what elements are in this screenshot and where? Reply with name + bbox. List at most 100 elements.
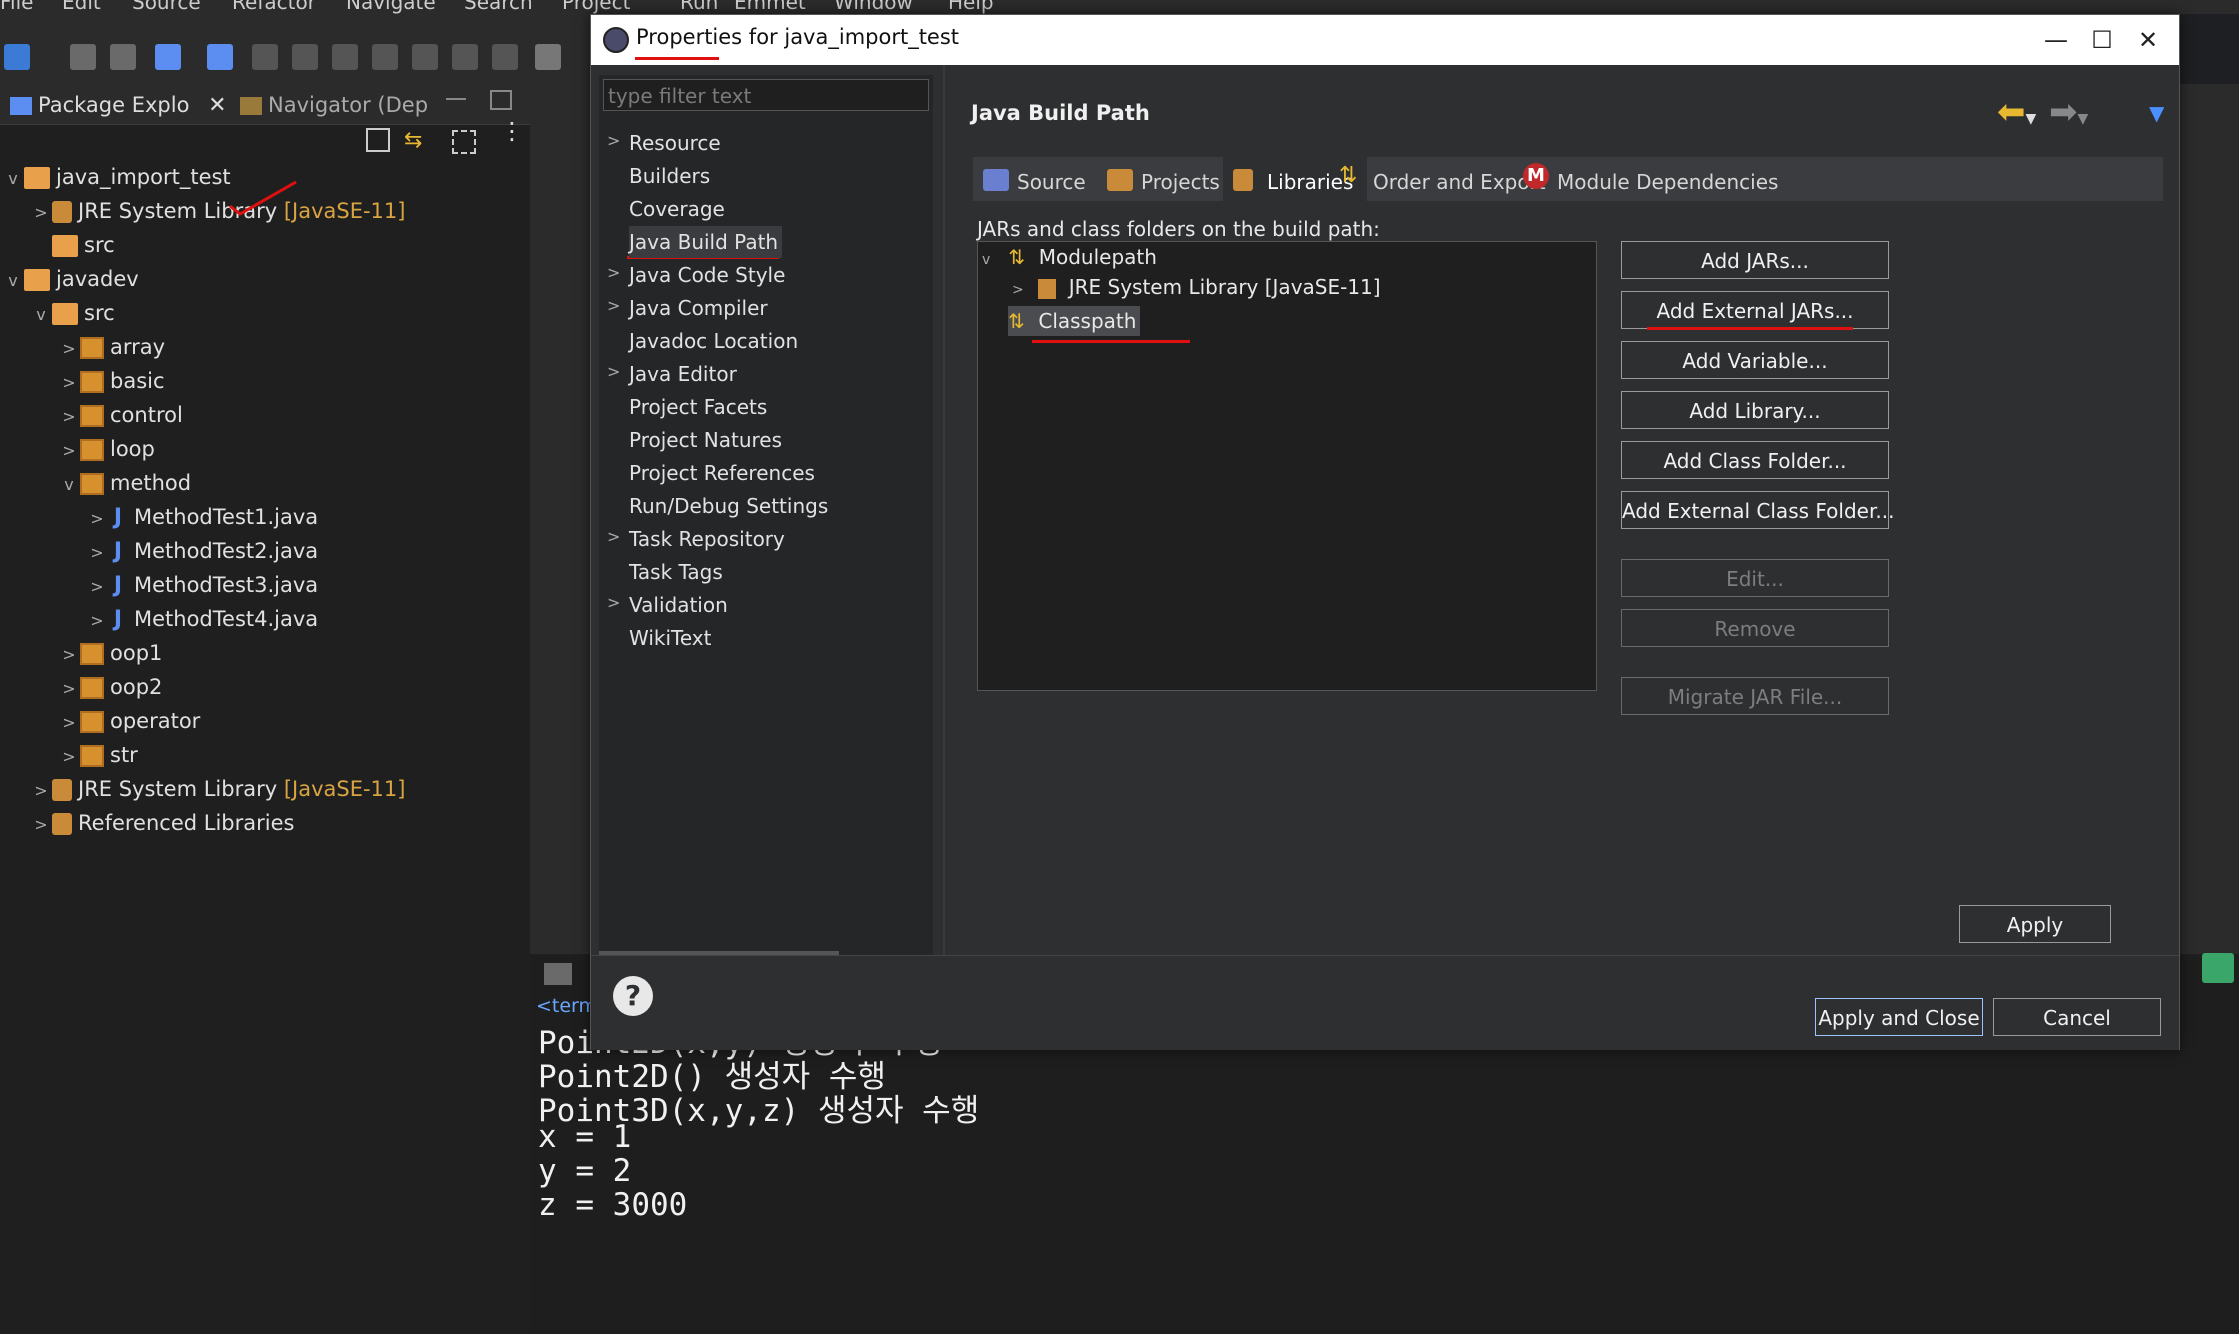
- menu-refactor[interactable]: Refactor: [232, 0, 316, 14]
- tree-item[interactable]: > J MethodTest3.java: [86, 568, 318, 602]
- collapse-all-icon[interactable]: [366, 128, 390, 152]
- save-all-icon[interactable]: [110, 44, 136, 70]
- nav-item[interactable]: Project Natures: [629, 424, 782, 456]
- chevron-right-icon[interactable]: >: [86, 502, 108, 536]
- new-icon[interactable]: [4, 44, 30, 70]
- chevron-right-icon[interactable]: >: [1012, 275, 1032, 305]
- chevron-right-icon[interactable]: >: [86, 604, 108, 638]
- chevron-right-icon[interactable]: >: [58, 672, 80, 706]
- tree-item[interactable]: v javadev: [2, 262, 139, 296]
- terminate-icon[interactable]: [332, 44, 358, 70]
- resume-icon[interactable]: [252, 44, 278, 70]
- window-minimize-icon[interactable]: —: [2031, 21, 2081, 59]
- tree-item[interactable]: > basic: [58, 364, 165, 398]
- nav-item[interactable]: Javadoc Location: [629, 325, 798, 357]
- help-icon[interactable]: ?: [613, 976, 653, 1016]
- add-external-jars-button[interactable]: Add External JARs...: [1621, 291, 1889, 329]
- add-library-button[interactable]: Add Library...: [1621, 391, 1889, 429]
- tree-item[interactable]: > str: [58, 738, 138, 772]
- step-over-icon[interactable]: [452, 44, 478, 70]
- tree-item[interactable]: > J MethodTest2.java: [86, 534, 318, 568]
- tree-item[interactable]: v method: [58, 466, 191, 500]
- chevron-right-icon[interactable]: >: [58, 434, 80, 468]
- tab-package-explorer[interactable]: Package Explo ✕: [10, 90, 227, 120]
- skip-breakpoints-icon[interactable]: [207, 44, 233, 70]
- step-return-icon[interactable]: [492, 44, 518, 70]
- tree-item[interactable]: > control: [58, 398, 183, 432]
- chevron-right-icon[interactable]: >: [58, 400, 80, 434]
- menu-project[interactable]: Project: [562, 0, 630, 14]
- suspend-icon[interactable]: [292, 44, 318, 70]
- disconnect-icon[interactable]: [372, 44, 398, 70]
- tree-item[interactable]: > JRE System Library [JavaSE-11]: [30, 772, 405, 806]
- chevron-down-icon[interactable]: v: [58, 468, 80, 502]
- menu-source[interactable]: Source: [132, 0, 201, 14]
- tree-item[interactable]: v java_import_test: [2, 160, 231, 194]
- step-into-icon[interactable]: [412, 44, 438, 70]
- nav-item[interactable]: Resource: [629, 127, 721, 159]
- chevron-right-icon[interactable]: >: [58, 740, 80, 774]
- chevron-right-icon[interactable]: >: [58, 332, 80, 366]
- chevron-right-icon[interactable]: >: [30, 808, 52, 842]
- remove-button[interactable]: Remove: [1621, 609, 1889, 647]
- back-arrow-icon[interactable]: ⬅▼: [1997, 95, 2036, 136]
- filter-input[interactable]: type filter text: [603, 79, 929, 111]
- nav-item[interactable]: Task Repository: [629, 523, 785, 555]
- chevron-down-icon[interactable]: v: [30, 298, 52, 332]
- chevron-right-icon[interactable]: >: [30, 774, 52, 808]
- chevron-right-icon[interactable]: >: [607, 362, 620, 381]
- apply-and-close-button[interactable]: Apply and Close: [1815, 998, 1983, 1036]
- chevron-right-icon[interactable]: >: [86, 570, 108, 604]
- tree-item[interactable]: src: [30, 228, 115, 262]
- view-menu-icon[interactable]: ⋮: [500, 119, 524, 143]
- panel-divider[interactable]: [943, 65, 945, 955]
- close-icon[interactable]: ✕: [208, 93, 226, 118]
- monitor-icon[interactable]: [155, 44, 181, 70]
- nav-item[interactable]: Builders: [629, 160, 710, 192]
- chevron-down-icon[interactable]: v: [982, 245, 1002, 275]
- menu-emmet[interactable]: Emmet: [734, 0, 806, 14]
- minimize-icon[interactable]: [446, 98, 466, 100]
- tree-item[interactable]: > operator: [58, 704, 200, 738]
- tree-item[interactable]: > oop1: [58, 636, 162, 670]
- menu-search[interactable]: Search: [464, 0, 533, 14]
- console-toolbar-icon[interactable]: [544, 963, 572, 985]
- nav-item[interactable]: Java Code Style: [629, 259, 785, 291]
- edit-button[interactable]: Edit...: [1621, 559, 1889, 597]
- maximize-icon[interactable]: [490, 90, 512, 110]
- menu-window[interactable]: Window: [834, 0, 913, 14]
- apply-button[interactable]: Apply: [1959, 905, 2111, 943]
- chevron-right-icon[interactable]: >: [607, 131, 620, 150]
- chevron-right-icon[interactable]: >: [86, 536, 108, 570]
- tree-item[interactable]: > JRE System Library [JavaSE-11]: [30, 194, 405, 228]
- chevron-right-icon[interactable]: >: [58, 706, 80, 740]
- chevron-right-icon[interactable]: >: [607, 296, 620, 315]
- migrate-jar-button[interactable]: Migrate JAR File...: [1621, 677, 1889, 715]
- outline-icon[interactable]: [535, 44, 561, 70]
- link-with-editor-icon[interactable]: ⇆: [404, 130, 430, 152]
- nav-item[interactable]: Validation: [629, 589, 728, 621]
- menu-help[interactable]: Help: [948, 0, 994, 14]
- chevron-down-icon[interactable]: v: [2, 162, 24, 196]
- chevron-down-icon[interactable]: v: [2, 264, 24, 298]
- add-external-class-folder-button[interactable]: Add External Class Folder...: [1621, 491, 1894, 529]
- tab-navigator[interactable]: Navigator (Dep: [240, 90, 428, 120]
- forward-arrow-icon[interactable]: ➡▼: [2049, 95, 2088, 136]
- nav-item[interactable]: WikiText: [629, 622, 711, 654]
- cancel-button[interactable]: Cancel: [1993, 998, 2161, 1036]
- add-jars-button[interactable]: Add JARs...: [1621, 241, 1889, 279]
- window-close-icon[interactable]: ✕: [2123, 21, 2173, 59]
- tree-item-classpath[interactable]: ⇅ Classpath: [1008, 306, 1141, 336]
- menu-file[interactable]: File: [0, 0, 33, 14]
- tree-item[interactable]: > loop: [58, 432, 155, 466]
- menu-edit[interactable]: Edit: [62, 0, 101, 14]
- open-console-icon[interactable]: [2202, 953, 2234, 983]
- add-variable-button[interactable]: Add Variable...: [1621, 341, 1889, 379]
- tab-module-dependencies[interactable]: M Module Dependencies: [1513, 157, 1797, 201]
- menu-navigate[interactable]: Navigate: [346, 0, 436, 14]
- chevron-right-icon[interactable]: >: [58, 366, 80, 400]
- nav-item[interactable]: Project Facets: [629, 391, 767, 423]
- tree-item-modulepath[interactable]: v ⇅ Modulepath: [982, 242, 1157, 272]
- chevron-right-icon[interactable]: >: [607, 593, 620, 612]
- menu-run[interactable]: Run: [680, 0, 718, 14]
